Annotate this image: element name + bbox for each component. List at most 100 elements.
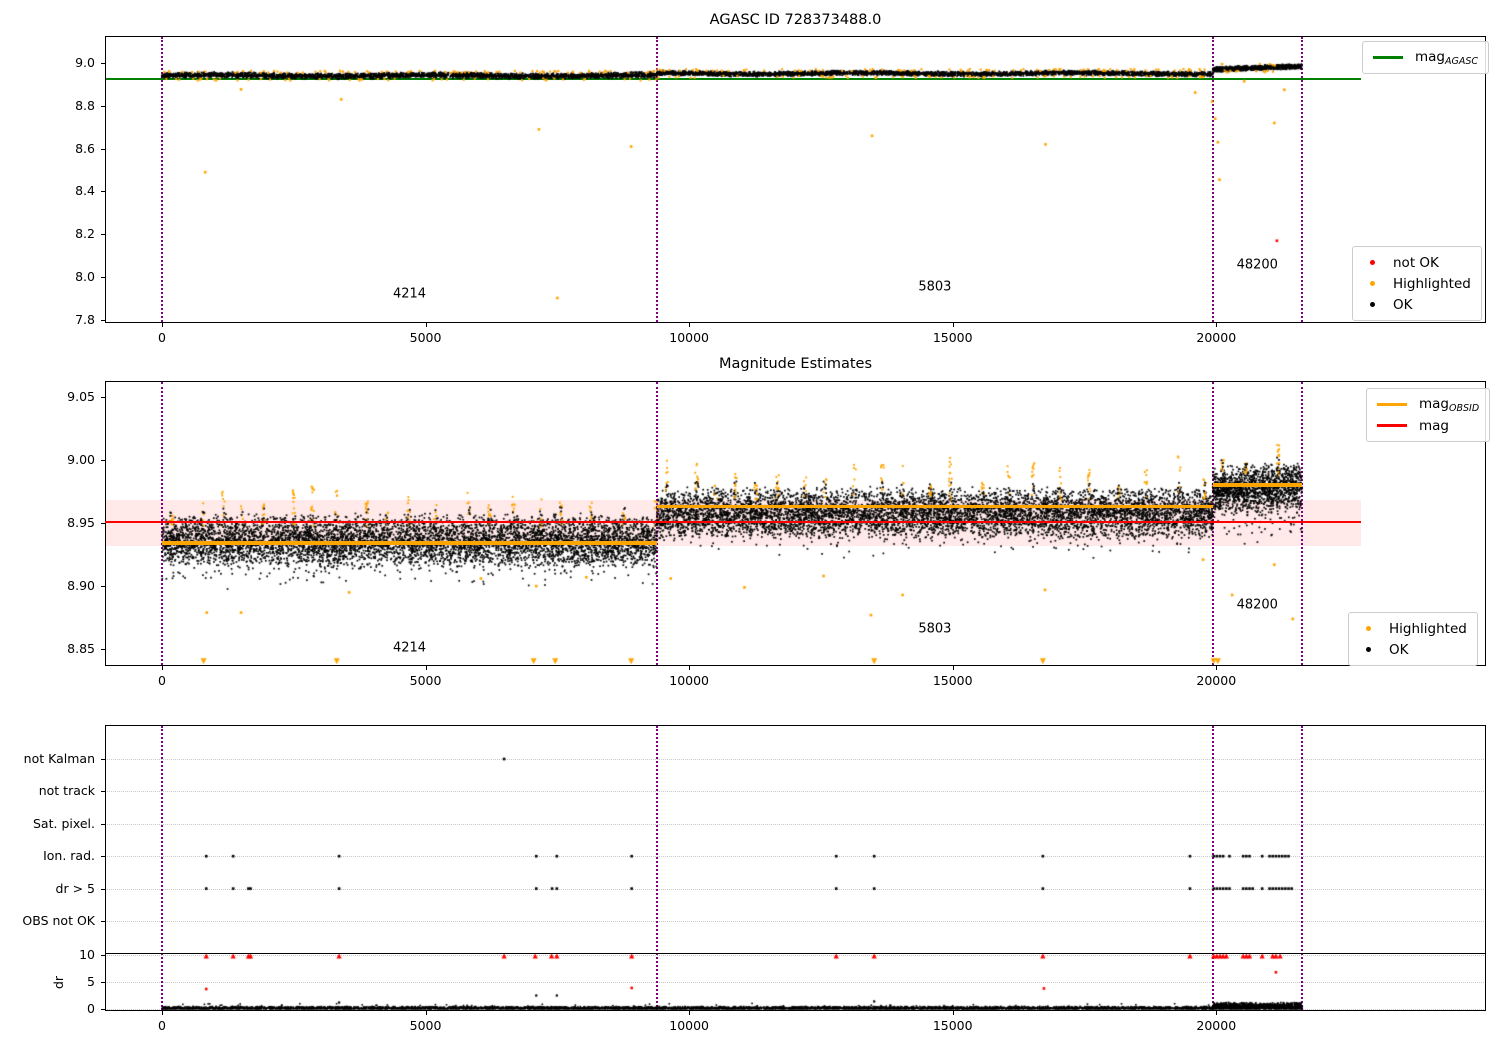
- y-tick: [101, 586, 105, 588]
- y-tick: [101, 62, 105, 64]
- x-tick-label: 10000: [669, 1018, 710, 1033]
- annotation: 4214: [392, 640, 427, 656]
- legend-middle-points: Highlighted OK: [1348, 612, 1478, 666]
- x-tick-label: 0: [158, 673, 166, 688]
- y-tick: [101, 396, 105, 398]
- legend-top-points: not OK Highlighted OK: [1352, 246, 1482, 321]
- highlighted-dot-swatch: [1366, 626, 1371, 631]
- x-tick-label: 0: [158, 1018, 166, 1033]
- x-tick: [952, 666, 954, 670]
- category-label: OBS not OK: [22, 913, 95, 928]
- x-tick-label: 20000: [1196, 1018, 1237, 1033]
- dr-axis-label: dr: [51, 975, 67, 990]
- y-tick-label: 8.85: [67, 641, 95, 657]
- y-tick: [101, 234, 105, 236]
- annotation: 48200: [1236, 597, 1278, 613]
- y-tick: [101, 982, 105, 983]
- x-tick-label: 5000: [409, 1018, 442, 1033]
- x-tick-label: 15000: [932, 673, 973, 688]
- legend-label: magAGASC: [1415, 48, 1479, 67]
- dr-tick-label: 0: [87, 1001, 95, 1016]
- legend-mag-agasc: magAGASC: [1362, 41, 1490, 74]
- y-tick-label: 8.95: [67, 514, 95, 530]
- y-tick: [101, 791, 105, 793]
- category-label: Sat. pixel.: [33, 815, 95, 831]
- annotation: 48200: [1236, 257, 1278, 273]
- y-tick: [101, 955, 105, 956]
- annotation: 4214: [392, 286, 427, 302]
- x-tick: [689, 323, 691, 327]
- legend-row: OK: [1359, 639, 1467, 660]
- y-tick: [101, 823, 105, 825]
- y-tick-label: 8.2: [75, 226, 95, 242]
- agasc-line-swatch: [1373, 56, 1403, 59]
- x-tick: [689, 1011, 691, 1015]
- y-tick: [101, 759, 105, 760]
- y-tick-label: 8.90: [67, 578, 95, 594]
- y-tick-label: 8.4: [75, 183, 95, 199]
- obsid-mag-line: [1212, 483, 1302, 487]
- legend-label: not OK: [1393, 254, 1439, 271]
- obsid-line-swatch: [1377, 402, 1407, 407]
- x-tick: [425, 323, 427, 327]
- y-tick: [101, 1009, 105, 1010]
- y-tick-label: 9.0: [75, 54, 95, 70]
- category-label: Ion. rad.: [43, 848, 95, 864]
- mag-line-swatch: [1377, 424, 1407, 427]
- x-tick-label: 5000: [409, 330, 442, 345]
- x-tick-label: 15000: [932, 330, 973, 345]
- legend-mag-obsid: magOBSID mag: [1366, 388, 1491, 442]
- category-label: not Kalman: [23, 751, 95, 766]
- top-chart-title: AGASC ID 728373488.0: [709, 12, 882, 28]
- legend-label: mag: [1419, 417, 1449, 434]
- legend-label: OK: [1389, 641, 1409, 658]
- x-tick-label: 0: [158, 330, 166, 345]
- x-tick-label: 20000: [1196, 330, 1237, 345]
- y-tick: [101, 921, 105, 922]
- ok-dot-swatch: [1366, 647, 1371, 652]
- y-tick: [101, 320, 105, 321]
- category-label: not track: [38, 783, 95, 799]
- x-tick: [1216, 323, 1218, 327]
- y-tick-label: 8.6: [75, 140, 95, 156]
- dr-clip-line: [105, 953, 1486, 955]
- x-tick: [161, 1011, 163, 1015]
- middle-chart-title: Magnitude Estimates: [718, 356, 873, 372]
- annotation: 5803: [918, 621, 952, 637]
- y-tick: [101, 888, 105, 890]
- y-tick: [101, 148, 105, 150]
- y-tick: [101, 105, 105, 107]
- legend-row: Highlighted: [1363, 273, 1471, 294]
- legend-label: OK: [1393, 296, 1413, 313]
- scatter-canvas: [0, 0, 1500, 1050]
- x-tick-label: 15000: [932, 1018, 973, 1033]
- legend-row: Highlighted: [1359, 618, 1467, 639]
- obsid-mag-line: [656, 504, 1213, 509]
- x-tick-label: 10000: [669, 330, 710, 345]
- not-ok-dot-swatch: [1370, 260, 1375, 265]
- legend-row: magAGASC: [1373, 47, 1478, 68]
- figure: AGASC ID 728373488.0 Magnitude Estimates…: [0, 0, 1500, 1050]
- x-tick: [425, 1011, 427, 1015]
- legend-row: mag: [1377, 415, 1479, 436]
- x-tick: [425, 666, 427, 670]
- legend-label: Highlighted: [1389, 620, 1467, 637]
- dr-tick-label: 5: [87, 974, 95, 989]
- y-tick-label: 8.0: [75, 269, 95, 285]
- y-tick: [101, 522, 105, 524]
- y-tick-label: 9.05: [67, 388, 95, 404]
- annotation: 5803: [918, 279, 952, 295]
- highlighted-dot-swatch: [1370, 281, 1375, 286]
- mag-line: [105, 520, 1361, 523]
- y-tick-label: 9.00: [67, 451, 95, 467]
- y-tick-label: 7.8: [75, 312, 95, 327]
- x-tick: [689, 666, 691, 670]
- x-tick-label: 5000: [409, 673, 442, 688]
- y-tick-label: 8.8: [75, 97, 95, 113]
- y-tick: [101, 649, 105, 651]
- legend-row: magOBSID: [1377, 394, 1479, 415]
- legend-row: not OK: [1363, 252, 1471, 273]
- dr-tick-label: 10: [79, 947, 95, 962]
- category-label: dr > 5: [55, 880, 95, 896]
- x-tick-label: 20000: [1196, 673, 1237, 688]
